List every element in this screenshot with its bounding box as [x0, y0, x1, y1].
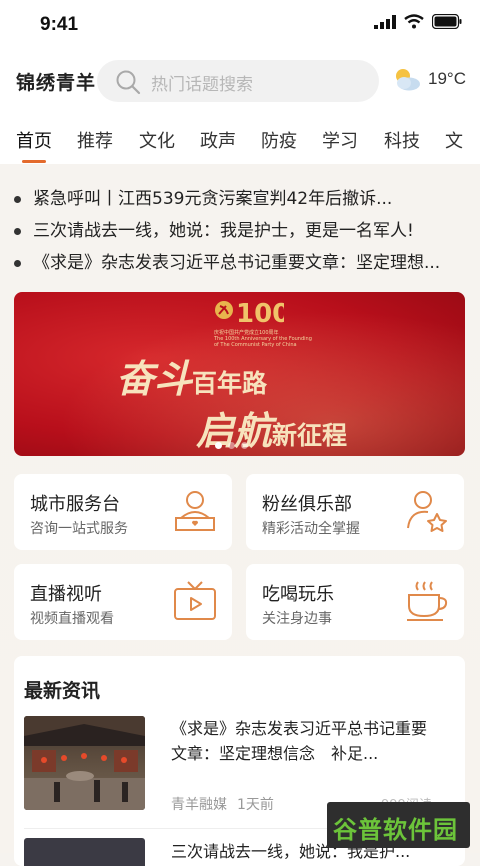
banner-line2-small: 新征程 [272, 421, 348, 450]
status-time: 9:41 [40, 14, 79, 35]
service-desk-icon [175, 491, 215, 531]
service-title: 吃喝玩乐 [262, 584, 334, 605]
app-logo: 锦绣青羊 [16, 72, 97, 94]
service-subtitle: 关注身边事 [262, 611, 332, 627]
news-thumbnail[interactable] [24, 838, 145, 866]
news-title[interactable]: 《求是》杂志发表习近平总书记重要文章：坚定理想信念 补足... [171, 716, 441, 766]
section-title: 最新资讯 [24, 680, 101, 702]
carousel-dots[interactable] [215, 442, 248, 449]
carousel-dot[interactable] [215, 442, 222, 449]
tab-politics[interactable]: 政声 [200, 127, 236, 153]
headline-text: 紧急呼叫丨江西539元贪污案宣判42年后撤诉... [33, 189, 393, 209]
service-card-city[interactable]: 城市服务台 咨询一站式服务 [14, 474, 232, 550]
news-meta: 青羊融媒 1天前 [171, 794, 274, 814]
banner-line1-big: 奋斗 [116, 356, 193, 401]
tab-culture[interactable]: 文化 [139, 127, 175, 153]
service-title: 粉丝俱乐部 [262, 494, 352, 515]
bullet-icon [14, 195, 21, 203]
banner-line-1: 奋斗百年路 [116, 348, 267, 403]
bullet-icon [14, 227, 21, 235]
main-content: 紧急呼叫丨江西539元贪污案宣判42年后撤诉... 三次请战去一线，她说：我是护… [0, 164, 480, 866]
tab-epidemic[interactable]: 防疫 [261, 127, 297, 153]
search-placeholder: 热门话题搜索 [151, 75, 253, 95]
headline-item[interactable]: 紧急呼叫丨江西539元贪污案宣判42年后撤诉... [14, 184, 392, 209]
centenary-emblem-icon: 100 [215, 299, 284, 329]
category-tabs: 首页 推荐 文化 政声 防疫 学习 科技 文 [0, 112, 480, 164]
news-time: 1天前 [237, 797, 274, 813]
service-subtitle: 精彩活动全掌握 [262, 521, 360, 537]
wifi-icon [404, 14, 424, 29]
search-icon [116, 70, 141, 95]
coffee-cup-icon [407, 581, 448, 621]
tab-recommend[interactable]: 推荐 [77, 127, 113, 153]
watermark-logo: 谷普软件园 [327, 802, 470, 848]
tab-more[interactable]: 文 [445, 127, 463, 153]
bullet-icon [14, 259, 21, 267]
headline-item[interactable]: 《求是》杂志发表习近平总书记重要文章：坚定理想... [14, 248, 440, 273]
temperature: 19°C [428, 69, 466, 88]
tab-tech[interactable]: 科技 [384, 127, 420, 153]
search-bar[interactable]: 热门话题搜索 [97, 60, 379, 102]
service-card-leisure[interactable]: 吃喝玩乐 关注身边事 [246, 564, 464, 640]
banner-line1-small: 百年路 [192, 369, 268, 398]
service-title: 城市服务台 [30, 494, 120, 515]
service-card-fans[interactable]: 粉丝俱乐部 精彩活动全掌握 [246, 474, 464, 550]
live-tv-icon [174, 581, 216, 620]
tab-home[interactable]: 首页 [16, 127, 52, 153]
app-header: 锦绣青羊 热门话题搜索 19°C [0, 52, 480, 112]
carousel-dot[interactable] [228, 442, 235, 449]
signal-icon [374, 14, 396, 29]
system-icons [374, 14, 462, 29]
active-tab-indicator [22, 160, 46, 163]
service-card-live[interactable]: 直播视听 视频直播观看 [14, 564, 232, 640]
banner-caption-en: The 100th Anniversary of the Founding of… [214, 336, 312, 348]
headline-text: 《求是》杂志发表习近平总书记重要文章：坚定理想... [33, 253, 441, 273]
emblem-number: 100 [236, 299, 284, 329]
headline-text: 三次请战去一线，她说：我是护士，更是一名军人! [33, 221, 414, 241]
tab-study[interactable]: 学习 [322, 127, 358, 153]
news-source: 青羊融媒 [171, 797, 227, 813]
partly-cloudy-icon [396, 69, 420, 91]
service-title: 直播视听 [30, 584, 102, 605]
promo-banner[interactable]: 100 庆祝中国共产党成立100周年 The 100th Anniversary… [14, 292, 465, 456]
service-subtitle: 咨询一站式服务 [30, 521, 128, 537]
banner-caption: 庆祝中国共产党成立100周年 The 100th Anniversary of … [214, 330, 314, 348]
battery-icon [432, 14, 462, 29]
watermark-text: 谷普软件园 [333, 816, 458, 844]
service-subtitle: 视频直播观看 [30, 611, 114, 627]
status-bar: 9:41 [0, 0, 480, 52]
news-thumbnail[interactable] [24, 716, 145, 810]
weather-widget[interactable]: 19°C [392, 66, 466, 92]
street-photo [24, 716, 145, 810]
headline-item[interactable]: 三次请战去一线，她说：我是护士，更是一名军人! [14, 216, 414, 241]
fan-club-icon [407, 491, 447, 532]
carousel-dot[interactable] [241, 442, 248, 449]
